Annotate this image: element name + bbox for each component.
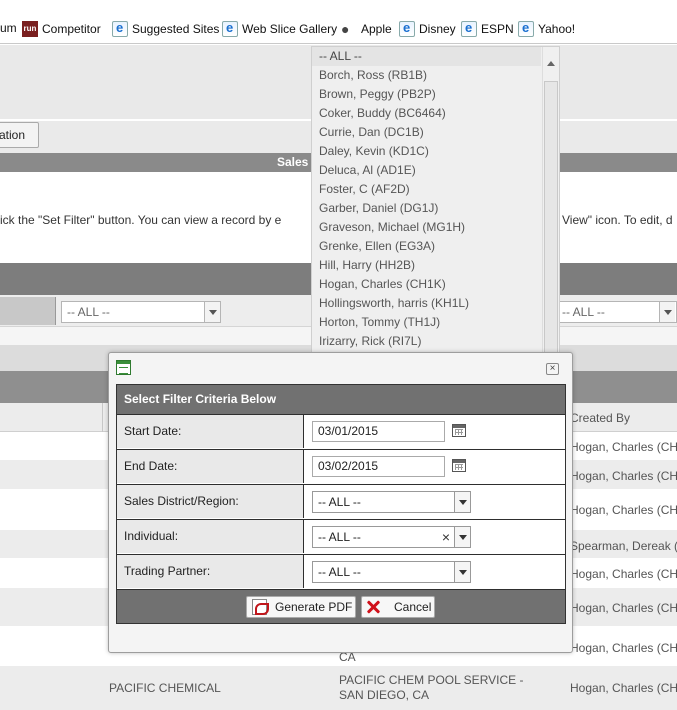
dropdown-scrollbar[interactable]: [542, 47, 559, 353]
favorite-link-yahoo[interactable]: Yahoo!: [518, 20, 575, 37]
ation-button[interactable]: ation: [0, 122, 39, 148]
individual-select[interactable]: -- ALL -- ×: [312, 526, 471, 548]
favorite-link-web-slice-gallery[interactable]: Web Slice Gallery: [222, 20, 337, 37]
cancel-button[interactable]: Cancel: [361, 596, 435, 618]
trading-partner-row: Trading Partner: -- ALL --: [117, 554, 565, 588]
chevron-down-icon[interactable]: [454, 562, 470, 582]
pdf-icon: [252, 599, 269, 615]
chevron-down-icon[interactable]: [454, 527, 470, 547]
start-date-row: Start Date: 03/01/2015: [117, 414, 565, 448]
trading-partner-label: Trading Partner:: [117, 555, 304, 588]
dropdown-option[interactable]: Hollingsworth, harris (KH1L): [312, 294, 559, 313]
page-filter-combo[interactable]: -- ALL --: [61, 301, 221, 323]
filter-form: Select Filter Criteria Below Start Date:…: [116, 384, 566, 624]
dropdown-option[interactable]: Graveson, Michael (MG1H): [312, 218, 559, 237]
chevron-down-icon[interactable]: [659, 302, 675, 322]
cell-created-by: Hogan, Charles (CH1: [570, 440, 677, 454]
filter-criteria-dialog: × Select Filter Criteria Below Start Dat…: [108, 352, 573, 653]
cell-created-by: Hogan, Charles (CH1: [570, 601, 677, 615]
column-header-created-by[interactable]: Created By: [570, 411, 630, 425]
favorites-bar: um runCompetitor Suggested Sites Web Sli…: [0, 0, 677, 44]
filter-box-left: [0, 297, 56, 325]
individual-dropdown-list[interactable]: -- ALL -- Borch, Ross (RB1B) Brown, Peggy …: [311, 46, 560, 354]
district-label: Sales District/Region:: [117, 485, 304, 518]
start-date-input[interactable]: 03/01/2015: [312, 421, 445, 442]
dropdown-option[interactable]: Deluca, Al (AD1E): [312, 161, 559, 180]
dropdown-option[interactable]: Foster, C (AF2D): [312, 180, 559, 199]
favorite-link-disney[interactable]: Disney: [399, 20, 456, 37]
cell-trading-partner: PACIFIC CHEMICAL: [109, 681, 221, 695]
favorite-link-competitor[interactable]: run Competitor: [22, 21, 101, 37]
district-row: Sales District/Region: -- ALL --: [117, 484, 565, 518]
cell-created-by: Hogan, Charles (CH1: [570, 567, 677, 581]
cell-created-by: Hogan, Charles (CH1: [570, 641, 677, 655]
favorite-link-suggested-sites[interactable]: Suggested Sites: [112, 20, 219, 37]
calendar-icon[interactable]: [452, 459, 466, 472]
filter-criteria-header: Select Filter Criteria Below: [117, 385, 565, 414]
end-date-label: End Date:: [117, 450, 304, 483]
cell-created-by: Hogan, Charles (CH1: [570, 469, 677, 483]
end-date-input[interactable]: 03/02/2015: [312, 456, 445, 477]
calendar-icon[interactable]: [452, 424, 466, 437]
dropdown-option[interactable]: Coker, Buddy (BC6464): [312, 104, 559, 123]
scroll-up-arrow-icon[interactable]: [547, 61, 555, 66]
start-date-label: Start Date:: [117, 415, 304, 448]
chevron-down-icon[interactable]: [204, 302, 220, 322]
run-icon: run: [22, 21, 38, 37]
cell-created-by: Hogan, Charles (CH1: [570, 681, 677, 695]
dropdown-option[interactable]: Irizarry, Rick (RI7L): [312, 332, 559, 351]
dropdown-items: -- ALL -- Borch, Ross (RB1B) Brown, Peggy …: [312, 47, 559, 351]
individual-label: Individual:: [117, 520, 304, 553]
dropdown-option[interactable]: Horton, Tommy (TH1J): [312, 313, 559, 332]
favorite-link-um[interactable]: um: [0, 21, 17, 35]
dropdown-option[interactable]: Borch, Ross (RB1B): [312, 66, 559, 85]
dropdown-option[interactable]: Daley, Kevin (KD1C): [312, 142, 559, 161]
cell-location: PACIFIC CHEM POOL SERVICE - SAN DIEGO, C…: [339, 673, 524, 702]
ie-icon: [222, 20, 238, 37]
cancel-x-icon: [365, 599, 381, 615]
apple-icon: ●: [341, 21, 350, 37]
generate-pdf-button[interactable]: Generate PDF: [246, 596, 356, 618]
cell-created-by: Spearman, Dereak (D: [570, 539, 677, 553]
dropdown-option[interactable]: Hill, Harry (HH2B): [312, 256, 559, 275]
dropdown-option[interactable]: Brown, Peggy (PB2P): [312, 85, 559, 104]
ie-icon: [518, 20, 534, 37]
dialog-button-bar: Generate PDF Cancel: [117, 589, 565, 623]
sales-section-title: Sales: [277, 155, 309, 169]
favorite-link-espn[interactable]: ESPN: [461, 20, 514, 37]
end-date-row: End Date: 03/02/2015: [117, 449, 565, 483]
cell-created-by: Hogan, Charles (CH1: [570, 503, 677, 517]
instructions-text-right: View" icon. To edit, d: [562, 213, 673, 227]
dropdown-option[interactable]: Grenke, Ellen (EG3A): [312, 237, 559, 256]
close-button[interactable]: ×: [546, 363, 559, 375]
clear-icon[interactable]: ×: [442, 527, 450, 547]
dropdown-option[interactable]: Garber, Daniel (DG1J): [312, 199, 559, 218]
dropdown-option[interactable]: Currie, Dan (DC1B): [312, 123, 559, 142]
district-select[interactable]: -- ALL --: [312, 491, 471, 513]
ie-icon: [399, 20, 415, 37]
ie-icon: [112, 20, 128, 37]
dropdown-option[interactable]: Hogan, Charles (CH1K): [312, 275, 559, 294]
page-filter-combo-right[interactable]: -- ALL --: [556, 301, 677, 323]
instructions-text-left: ick the "Set Filter" button. You can vie…: [0, 213, 282, 227]
dropdown-option[interactable]: -- ALL --: [312, 47, 541, 66]
ie-icon: [461, 20, 477, 37]
trading-partner-select[interactable]: -- ALL --: [312, 561, 471, 583]
favorite-link-apple[interactable]: ● Apple: [341, 21, 392, 37]
individual-row: Individual: -- ALL -- ×: [117, 519, 565, 553]
scrollbar-thumb[interactable]: [544, 81, 558, 353]
chevron-down-icon[interactable]: [454, 492, 470, 512]
form-icon: [116, 360, 131, 375]
